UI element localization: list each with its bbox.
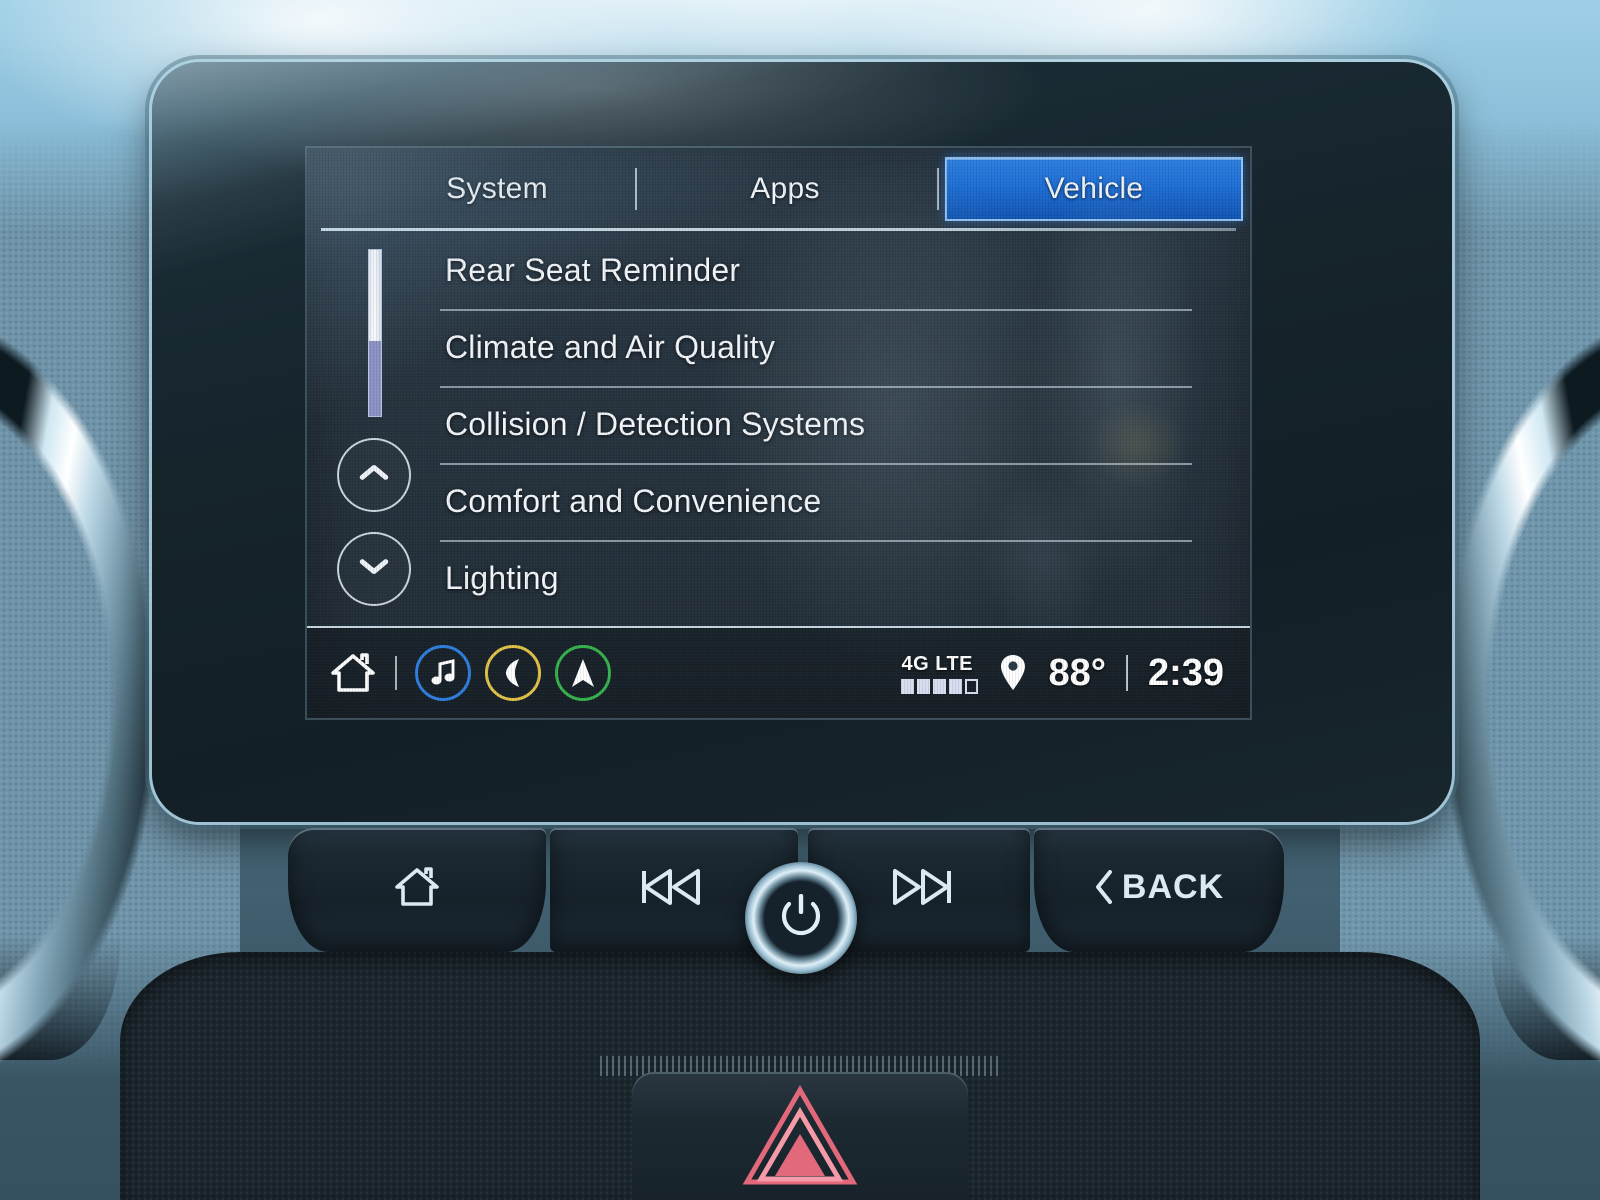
status-bar-shortcuts bbox=[307, 645, 611, 701]
phone-shortcut-button[interactable] bbox=[485, 645, 541, 701]
home-icon bbox=[395, 867, 439, 906]
menu-area: Rear Seat Reminder Climate and Air Quali… bbox=[307, 232, 1250, 626]
list-item-label: Comfort and Convenience bbox=[445, 483, 822, 519]
music-shortcut-button[interactable] bbox=[415, 645, 471, 701]
signal-bar bbox=[949, 678, 963, 694]
location-pin-icon bbox=[1001, 655, 1026, 690]
tab-apps-label: Apps bbox=[750, 172, 820, 205]
tab-apps[interactable]: Apps bbox=[657, 161, 913, 217]
signal-bars bbox=[901, 678, 979, 694]
network-signal: 4G LTE bbox=[901, 652, 979, 694]
scrollbar-thumb[interactable] bbox=[369, 250, 381, 342]
home-button[interactable] bbox=[329, 651, 377, 695]
hardware-back-button[interactable]: BACK bbox=[1034, 828, 1284, 952]
clock-display: 2:39 bbox=[1147, 651, 1224, 694]
signal-bar-empty bbox=[965, 678, 979, 694]
fast-forward-icon bbox=[893, 869, 951, 905]
temperature-display: 88° bbox=[1048, 651, 1106, 694]
list-item[interactable]: Rear Seat Reminder bbox=[440, 232, 1250, 309]
rewind-icon bbox=[642, 869, 700, 905]
infotainment-screen[interactable]: System Apps Vehicle Rear Seat Reminder C… bbox=[307, 148, 1250, 718]
tab-vehicle[interactable]: Vehicle bbox=[945, 157, 1243, 221]
status-divider bbox=[395, 656, 397, 690]
tab-bar: System Apps Vehicle bbox=[307, 148, 1250, 231]
navigation-arrow-icon bbox=[572, 659, 594, 687]
scroll-down-button[interactable] bbox=[337, 532, 411, 606]
status-bar-info: 4G LTE 88° 2:39 bbox=[901, 652, 1250, 695]
hazard-light-button[interactable] bbox=[632, 1072, 968, 1200]
list-item-label: Collision / Detection Systems bbox=[445, 406, 866, 442]
list-item[interactable]: Collision / Detection Systems bbox=[440, 386, 1250, 463]
chevron-left-icon bbox=[1095, 870, 1112, 904]
signal-bar bbox=[901, 678, 915, 694]
signal-bar bbox=[917, 678, 931, 694]
list-item[interactable]: Climate and Air Quality bbox=[440, 309, 1250, 386]
network-label: 4G LTE bbox=[901, 652, 973, 675]
list-item-label: Rear Seat Reminder bbox=[445, 252, 741, 288]
scrollbar-track[interactable] bbox=[368, 249, 382, 417]
hazard-triangle-icon bbox=[742, 1084, 858, 1185]
status-divider bbox=[1125, 655, 1128, 691]
vehicle-settings-list: Rear Seat Reminder Climate and Air Quali… bbox=[440, 232, 1250, 626]
navigation-shortcut-button[interactable] bbox=[555, 645, 611, 701]
hardware-home-button[interactable] bbox=[288, 828, 546, 952]
tab-vehicle-label: Vehicle bbox=[1044, 172, 1144, 205]
tab-system[interactable]: System bbox=[369, 161, 625, 217]
list-item-label: Lighting bbox=[445, 560, 559, 596]
list-item-label: Climate and Air Quality bbox=[445, 329, 776, 365]
power-icon bbox=[781, 894, 821, 936]
music-note-icon bbox=[431, 659, 455, 685]
hardware-back-label: BACK bbox=[1121, 867, 1225, 906]
tab-divider-2 bbox=[937, 168, 939, 210]
home-icon bbox=[331, 653, 375, 692]
list-item[interactable]: Lighting bbox=[440, 540, 1250, 617]
signal-bar bbox=[933, 678, 947, 694]
scroll-up-button[interactable] bbox=[337, 438, 411, 512]
list-item[interactable]: Comfort and Convenience bbox=[440, 463, 1250, 540]
hardware-power-knob[interactable] bbox=[745, 862, 857, 974]
chevron-up-icon bbox=[359, 467, 389, 483]
chevron-down-icon bbox=[359, 561, 389, 577]
phone-icon bbox=[506, 659, 519, 687]
status-bar: 4G LTE 88° 2:39 bbox=[307, 626, 1250, 718]
tab-underline bbox=[321, 228, 1236, 231]
tab-divider-1 bbox=[635, 168, 637, 210]
tab-system-label: System bbox=[446, 172, 548, 205]
